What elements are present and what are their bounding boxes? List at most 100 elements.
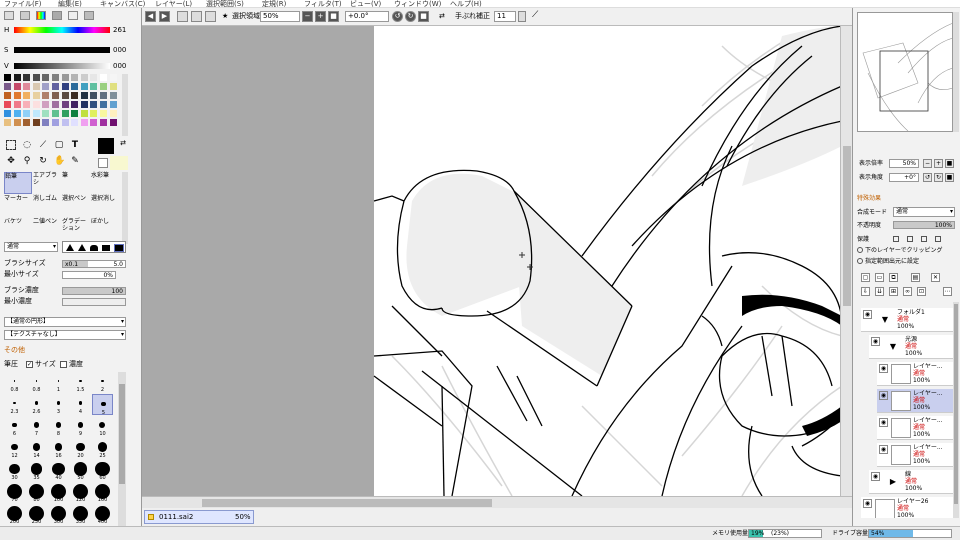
brush-size-preset[interactable]: 9 (70, 416, 91, 437)
palette-swatch[interactable] (71, 83, 79, 90)
palette-swatch[interactable] (32, 83, 40, 90)
brush-size-preset[interactable]: 16 (48, 438, 69, 459)
clip-checkbox[interactable] (857, 247, 863, 253)
brush-size-preset[interactable]: 30 (4, 460, 25, 481)
move-icon[interactable]: ✥ (6, 156, 16, 166)
color-wheel-icon[interactable] (4, 11, 14, 20)
brush-size-preset[interactable]: 14 (26, 438, 47, 459)
rotate-icon[interactable]: ↻ (38, 156, 48, 166)
palette-swatch[interactable] (4, 74, 11, 81)
nav-rotate-reset-icon[interactable]: ■ (945, 173, 954, 182)
palette-swatch[interactable] (42, 83, 50, 90)
palette-swatch[interactable] (42, 110, 50, 117)
zoom-reset-icon[interactable]: ■ (328, 11, 339, 22)
brush-size-preset[interactable]: 1 (48, 372, 69, 393)
primary-color-swatch[interactable] (98, 138, 114, 154)
palette-swatch[interactable] (80, 92, 88, 99)
vscroll-thumb[interactable] (843, 146, 851, 306)
palette-swatch[interactable] (42, 92, 50, 99)
selection-visible-icon[interactable] (205, 11, 216, 22)
palette-swatch[interactable] (109, 110, 117, 117)
size-grid-scroll-thumb[interactable] (119, 384, 125, 484)
mixer-icon[interactable] (52, 11, 62, 20)
palette-swatch[interactable] (4, 110, 11, 117)
palette-swatch[interactable] (100, 83, 107, 90)
navigator-scrollbar[interactable] (953, 12, 959, 132)
palette-swatch[interactable] (109, 92, 117, 99)
size-grid-scrollbar[interactable] (118, 372, 126, 536)
visibility-eye-icon[interactable]: ◉ (871, 337, 880, 346)
delete-layer-icon[interactable]: ✕ (931, 273, 940, 282)
brush-size-preset[interactable]: 8 (48, 416, 69, 437)
brush-size-preset[interactable]: 25 (92, 438, 113, 459)
brush-size-preset[interactable]: 2 (92, 372, 113, 393)
brush-edge-selector[interactable] (62, 241, 126, 253)
brush-shape-dropdown[interactable]: 【通常の円形】 (4, 317, 126, 327)
tool-blur[interactable]: ぼかし (91, 218, 119, 240)
canvas-hscroll[interactable] (142, 496, 852, 508)
brush-density-slider[interactable]: 100 (62, 287, 126, 295)
visibility-eye-icon[interactable]: ◉ (863, 310, 872, 319)
folder-expand-icon[interactable]: ▼ (875, 310, 895, 330)
tool-grid-scrollbar[interactable] (122, 172, 128, 244)
brush-size-preset[interactable]: 3 (48, 394, 69, 415)
tool-airbrush[interactable]: エアブラシ (33, 172, 61, 194)
secondary-color-swatch[interactable] (98, 158, 108, 168)
brush-size-preset[interactable]: 7 (26, 416, 47, 437)
brush-size-preset[interactable]: 100 (48, 482, 69, 503)
palette-swatch[interactable] (80, 119, 88, 126)
rotate-reset-icon[interactable]: ■ (418, 11, 429, 22)
value-slider[interactable] (14, 63, 110, 69)
min-size-slider[interactable]: 0% (62, 271, 116, 279)
palette-swatch[interactable] (90, 83, 98, 90)
palette-swatch[interactable] (32, 92, 40, 99)
brush-size-preset[interactable]: 2.3 (4, 394, 25, 415)
undo-icon[interactable]: ◀ (145, 11, 156, 22)
new-folder-icon[interactable]: ▭ (875, 273, 884, 282)
saturation-slider[interactable] (14, 47, 110, 53)
layer-effects-header[interactable]: 特殊効果 (857, 194, 881, 203)
tool-watercolor[interactable]: 水彩筆 (91, 172, 119, 194)
nav-rotate-right-icon[interactable]: ↻ (934, 173, 943, 182)
nav-zoom-field[interactable]: 50% (889, 159, 919, 168)
brush-texture-dropdown[interactable]: 【テクスチャなし】 (4, 330, 126, 340)
palette-swatch[interactable] (80, 101, 88, 108)
link-layer-icon[interactable]: ∞ (903, 287, 912, 296)
layer-folder-row[interactable]: ◉ ▼ フォルダ1 通常 100% (861, 308, 953, 332)
nav-zoom-out-icon[interactable]: − (923, 159, 932, 168)
palette-swatch[interactable] (100, 92, 107, 99)
clear-layer-icon[interactable]: ▤ (911, 273, 920, 282)
palette-swatch[interactable] (32, 110, 40, 117)
palette-swatch[interactable] (32, 101, 40, 108)
merge-all-icon[interactable]: ⊞ (889, 287, 898, 296)
palette-swatch[interactable] (100, 110, 107, 117)
palette-swatch[interactable] (109, 83, 117, 90)
palette-swatch[interactable] (13, 83, 21, 90)
brush-size-preset[interactable]: 80 (26, 482, 47, 503)
zoom-field[interactable]: 50% (260, 11, 300, 22)
tool-eraser[interactable]: 消しゴム (33, 195, 61, 217)
palette-swatch[interactable] (61, 74, 69, 81)
brush-size-preset[interactable]: 12 (4, 438, 25, 459)
pressure-size-checkbox[interactable]: ✓ (26, 361, 33, 368)
brush-size-preset[interactable]: 4 (70, 394, 91, 415)
palette-swatch[interactable] (4, 101, 11, 108)
rotate-left-icon[interactable]: ↺ (392, 11, 403, 22)
lock-layer-icon[interactable]: ⊡ (917, 287, 926, 296)
new-layer-icon[interactable]: ▢ (861, 273, 870, 282)
other-section-label[interactable]: その他 (4, 346, 25, 355)
brush-size-preset[interactable]: 200 (4, 504, 25, 525)
palette-swatch[interactable] (71, 110, 79, 117)
palette-swatch[interactable] (61, 92, 69, 99)
palette-swatch[interactable] (23, 101, 31, 108)
navigator-preview[interactable] (857, 12, 953, 132)
brush-size-preset[interactable]: 70 (4, 482, 25, 503)
transfer-down-icon[interactable]: ⇩ (861, 287, 870, 296)
visibility-eye-icon[interactable]: ◉ (879, 418, 888, 427)
palette-swatch[interactable] (109, 101, 117, 108)
palette-swatch[interactable] (32, 74, 40, 81)
palette-swatch[interactable] (100, 119, 107, 126)
palette-swatch[interactable] (23, 110, 31, 117)
tool-select-pen[interactable]: 選択ペン (62, 195, 90, 217)
stabilizer-dropdown-icon[interactable] (518, 11, 526, 22)
